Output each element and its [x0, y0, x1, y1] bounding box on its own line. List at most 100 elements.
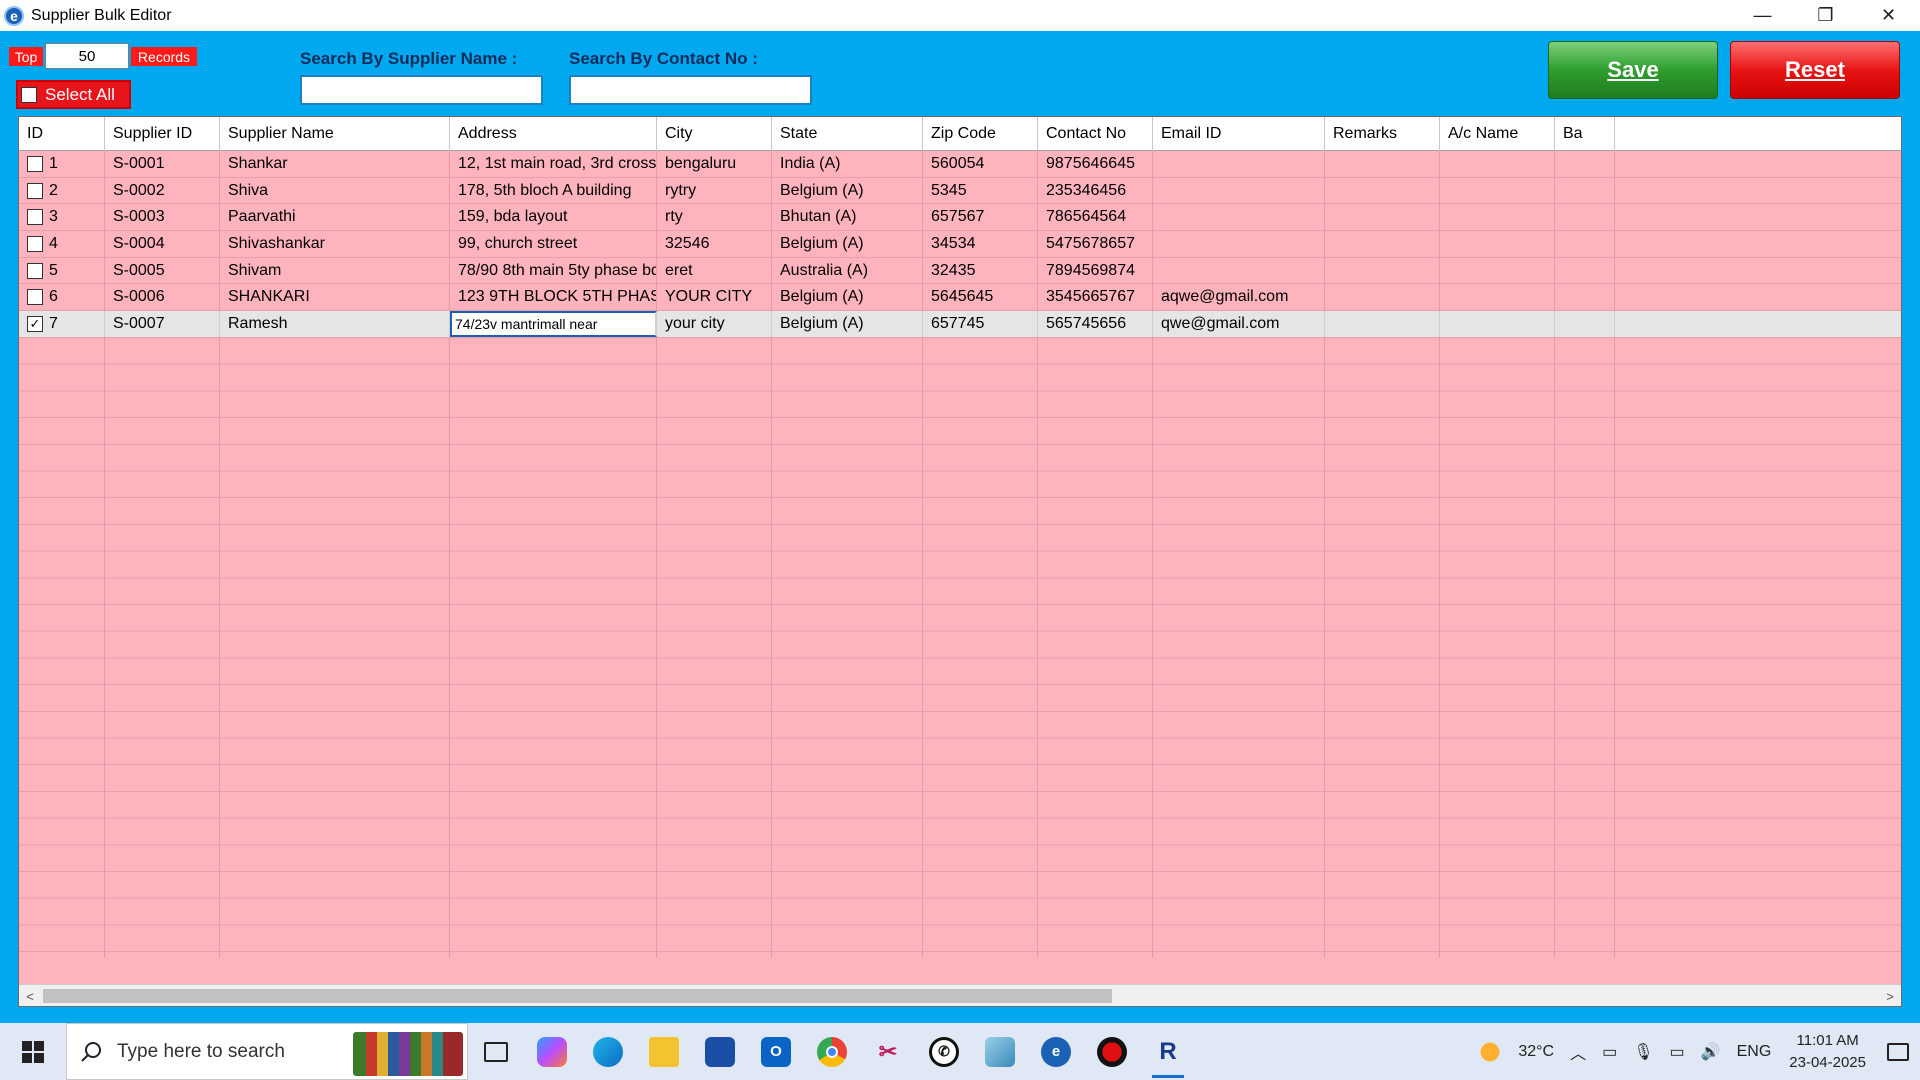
cell-supplier-id[interactable]: S-0003 — [105, 204, 220, 231]
cell-email[interactable]: aqwe@gmail.com — [1153, 284, 1325, 311]
cell-contact[interactable]: 565745656 — [1038, 311, 1153, 337]
cell-city[interactable]: rytry — [657, 177, 772, 204]
column-header[interactable]: Contact No — [1038, 117, 1153, 151]
table-row[interactable]: 3 S-0003 Paarvathi 159, bda layout rty Bhutan… — [19, 204, 1901, 232]
row-checkbox[interactable] — [27, 262, 43, 279]
select-all-checkbox[interactable]: Select All — [16, 80, 131, 109]
row-checkbox[interactable] — [27, 209, 43, 226]
cell-email[interactable] — [1153, 204, 1325, 231]
cell-zip[interactable]: 32435 — [923, 257, 1038, 284]
scroll-left-icon[interactable]: < — [19, 985, 41, 1006]
cell-supplier-id[interactable]: S-0007 — [105, 311, 220, 337]
cell-remarks[interactable] — [1325, 204, 1440, 231]
cell-ac-name[interactable] — [1440, 204, 1555, 231]
cell-email[interactable] — [1153, 257, 1325, 284]
cell-city[interactable]: bengaluru — [657, 151, 772, 177]
cell-id[interactable]: 3 — [19, 204, 105, 231]
cell-ac-name[interactable] — [1440, 177, 1555, 204]
notes-icon[interactable] — [972, 1023, 1028, 1080]
column-header[interactable]: Email ID — [1153, 117, 1325, 151]
cell-id[interactable]: 4 — [19, 231, 105, 257]
cell-zip[interactable]: 34534 — [923, 231, 1038, 257]
cell-address[interactable]: 99, church street — [450, 231, 657, 257]
cell-ba[interactable] — [1555, 177, 1615, 204]
table-row[interactable]: 2 S-0002 Shiva 178, 5th bloch A building ryt… — [19, 177, 1901, 205]
edge-icon[interactable] — [580, 1023, 636, 1080]
cell-zip[interactable]: 560054 — [923, 151, 1038, 177]
cell-state[interactable]: Belgium (A) — [772, 177, 923, 204]
cell-contact[interactable]: 5475678657 — [1038, 231, 1153, 257]
cell-supplier-id[interactable]: S-0002 — [105, 177, 220, 204]
cell-address[interactable]: 178, 5th bloch A building — [450, 177, 657, 204]
active-app-icon[interactable]: R — [1140, 1023, 1196, 1080]
cell-state[interactable]: India (A) — [772, 151, 923, 177]
start-button[interactable] — [0, 1023, 66, 1080]
cell-ba[interactable] — [1555, 257, 1615, 284]
restore-button[interactable]: ❐ — [1794, 0, 1857, 31]
cell-name[interactable]: Shankar — [220, 151, 450, 177]
whatsapp-icon[interactable]: ✆ — [916, 1023, 972, 1080]
cell-name[interactable]: Shiva — [220, 177, 450, 204]
cell-id[interactable]: 1 — [19, 151, 105, 177]
column-header[interactable]: A/c Name — [1440, 117, 1555, 151]
cell-name[interactable]: Shivam — [220, 257, 450, 284]
cell-name[interactable]: Ramesh — [220, 311, 450, 337]
horizontal-scrollbar[interactable]: < > — [19, 984, 1901, 1006]
cell-ba[interactable] — [1555, 284, 1615, 311]
minimize-button[interactable]: — — [1731, 0, 1794, 31]
cell-ac-name[interactable] — [1440, 311, 1555, 337]
wifi-icon[interactable]: ▭ — [1670, 1042, 1685, 1062]
cell-zip[interactable]: 657567 — [923, 204, 1038, 231]
notification-icon[interactable] — [1876, 1023, 1920, 1080]
microphone-icon[interactable]: 🎙 — [1633, 1042, 1653, 1062]
store-icon[interactable] — [692, 1023, 748, 1080]
cell-state[interactable]: Belgium (A) — [772, 284, 923, 311]
cell-state[interactable]: Belgium (A) — [772, 311, 923, 337]
cell-name[interactable]: Shivashankar — [220, 231, 450, 257]
cell-remarks[interactable] — [1325, 311, 1440, 337]
language-indicator[interactable]: ENG — [1737, 1043, 1772, 1061]
cell-remarks[interactable] — [1325, 284, 1440, 311]
row-checkbox[interactable]: ✓ — [27, 315, 43, 332]
weather-icon[interactable] — [1470, 1023, 1510, 1080]
cell-email[interactable]: qwe@gmail.com — [1153, 311, 1325, 337]
snipping-tool-icon[interactable]: ✂ — [860, 1023, 916, 1080]
column-header[interactable]: Remarks — [1325, 117, 1440, 151]
search-supplier-name-input[interactable] — [300, 75, 543, 105]
cell-city[interactable]: 32546 — [657, 231, 772, 257]
reset-button[interactable]: Reset — [1730, 41, 1900, 99]
cell-contact[interactable]: 9875646645 — [1038, 151, 1153, 177]
cell-email[interactable] — [1153, 177, 1325, 204]
close-button[interactable]: ✕ — [1857, 0, 1920, 31]
column-header[interactable]: City — [657, 117, 772, 151]
column-header[interactable]: Zip Code — [923, 117, 1038, 151]
cell-state[interactable]: Belgium (A) — [772, 231, 923, 257]
taskbar-search[interactable]: Type here to search — [66, 1023, 468, 1080]
top-records-input[interactable] — [45, 43, 129, 69]
app-e-icon[interactable]: e — [1028, 1023, 1084, 1080]
cell-remarks[interactable] — [1325, 151, 1440, 177]
chevron-up-icon[interactable]: ︿ — [1570, 1040, 1586, 1064]
media-icon[interactable] — [1084, 1023, 1140, 1080]
column-header[interactable]: Supplier ID — [105, 117, 220, 151]
cell-city[interactable]: eret — [657, 257, 772, 284]
cell-ba[interactable] — [1555, 311, 1615, 337]
cell-id[interactable]: 6 — [19, 284, 105, 311]
column-header[interactable]: Supplier Name — [220, 117, 450, 151]
volume-icon[interactable]: 🔊 — [1701, 1042, 1721, 1062]
cell-email[interactable] — [1153, 151, 1325, 177]
cell-contact[interactable]: 235346456 — [1038, 177, 1153, 204]
cell-city[interactable]: YOUR CITY — [657, 284, 772, 311]
cell-address[interactable]: 78/90 8th main 5ty phase bda — [450, 257, 657, 284]
scroll-right-icon[interactable]: > — [1879, 985, 1901, 1006]
weather-temperature[interactable]: 32°C — [1518, 1043, 1554, 1061]
cell-zip[interactable]: 5645645 — [923, 284, 1038, 311]
cell-state[interactable]: Australia (A) — [772, 257, 923, 284]
column-header[interactable]: Address — [450, 117, 657, 151]
cell-address[interactable]: 12, 1st main road, 3rd cross — [450, 151, 657, 177]
table-row[interactable]: 4 S-0004 Shivashankar 99, church street 3254… — [19, 231, 1901, 258]
column-header[interactable]: State — [772, 117, 923, 151]
cell-id[interactable]: 2 — [19, 177, 105, 204]
cell-zip[interactable]: 657745 — [923, 311, 1038, 337]
row-checkbox[interactable] — [27, 155, 43, 172]
